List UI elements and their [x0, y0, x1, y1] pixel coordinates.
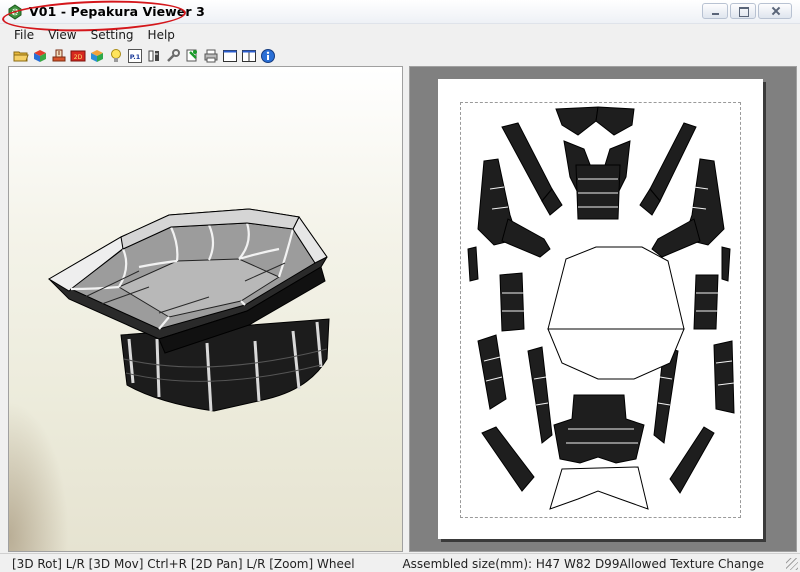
status-controls-hint: [3D Rot] L/R [3D Mov] Ctrl+R [2D Pan] L/… [12, 557, 355, 571]
page-icon[interactable]: P.1 [127, 48, 143, 64]
svg-text:P.1: P.1 [130, 53, 141, 61]
window-split-icon[interactable] [241, 48, 257, 64]
maximize-button[interactable] [730, 3, 756, 19]
toolbar: 2D P.1 [0, 46, 800, 66]
minimize-button[interactable] [702, 3, 728, 19]
status-assembled-size: Assembled size(mm): H47 W82 D99Allowed T… [402, 557, 764, 571]
texture-icon[interactable]: 2D [70, 48, 86, 64]
menu-help[interactable]: Help [146, 25, 181, 45]
cube-texture-icon[interactable] [32, 48, 48, 64]
paper-sheet [438, 79, 763, 539]
cube-color-icon[interactable] [89, 48, 105, 64]
menu-bar: File View Setting Help [0, 25, 800, 45]
unfold-icon[interactable] [51, 48, 67, 64]
print-preview-icon[interactable] [184, 48, 200, 64]
info-icon[interactable] [260, 48, 276, 64]
open-folder-icon[interactable] [13, 48, 29, 64]
close-button[interactable] [758, 3, 792, 19]
title-bar[interactable]: V01 - Pepakura Viewer 3 [0, 0, 800, 35]
2d-pattern-pane[interactable] [409, 66, 797, 552]
menu-view[interactable]: View [46, 25, 82, 45]
window-single-icon[interactable] [222, 48, 238, 64]
lightbulb-icon[interactable] [108, 48, 124, 64]
status-bar: [3D Rot] L/R [3D Mov] Ctrl+R [2D Pan] L/… [0, 553, 800, 572]
3d-model [48, 208, 330, 412]
menu-setting[interactable]: Setting [89, 25, 140, 45]
printer-icon[interactable] [203, 48, 219, 64]
flip-icon[interactable] [146, 48, 162, 64]
3d-view-pane[interactable] [8, 66, 403, 552]
unfolded-parts [467, 106, 735, 510]
svg-text:2D: 2D [74, 54, 83, 61]
menu-file[interactable]: File [12, 25, 40, 45]
resize-grip[interactable] [786, 558, 798, 570]
wrench-icon[interactable] [165, 48, 181, 64]
